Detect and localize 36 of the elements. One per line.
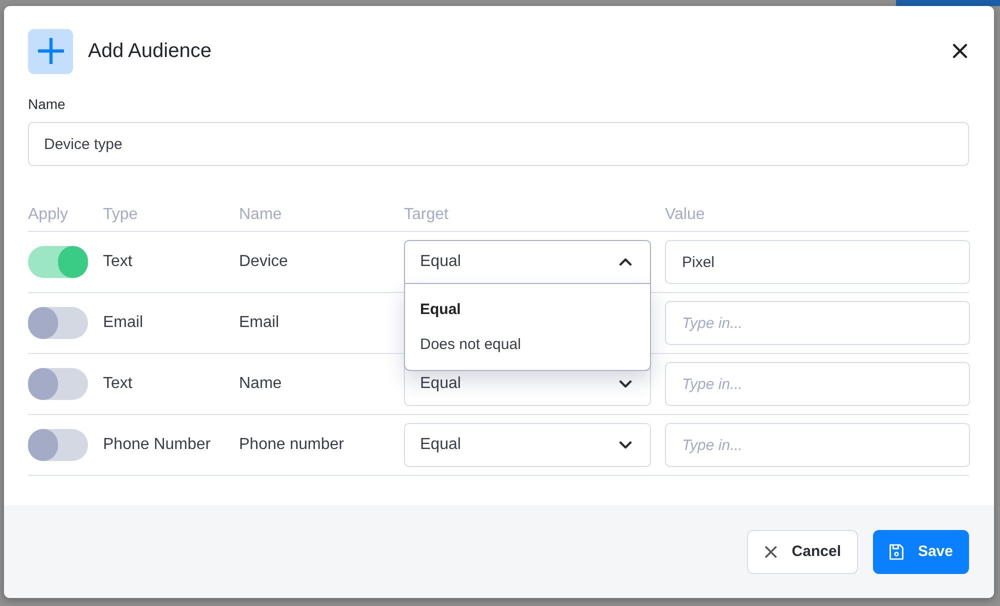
column-header: Apply xyxy=(28,206,70,224)
type-text: Text xyxy=(103,375,134,393)
target-dropdown[interactable]: Equal xyxy=(404,240,651,284)
type-text: Text xyxy=(103,253,134,271)
field-label: Name xyxy=(28,96,66,112)
save-button[interactable]: Save xyxy=(873,530,969,574)
type-text: Email xyxy=(103,314,144,332)
column-header: Name xyxy=(239,206,283,224)
floppy-disk-icon xyxy=(889,542,904,562)
plus-icon xyxy=(28,28,73,74)
dropdown-option[interactable]: Equal xyxy=(405,292,650,327)
close-icon[interactable] xyxy=(950,41,970,61)
name-field[interactable]: Device type xyxy=(28,122,969,166)
field-name: Phone number xyxy=(239,436,345,454)
toggle-switch[interactable] xyxy=(28,307,88,339)
toggle-switch[interactable] xyxy=(28,429,88,461)
field-name: Email xyxy=(239,314,280,332)
column-header: Type xyxy=(103,206,139,224)
column-header: Target xyxy=(404,206,450,224)
value-field[interactable]: Pixel xyxy=(665,240,970,284)
target-dropdown[interactable]: Equal xyxy=(404,423,651,467)
dropdown-option[interactable]: Does not equal xyxy=(405,327,650,362)
cancel-button[interactable]: Cancel xyxy=(747,530,858,574)
field-name: Device xyxy=(239,253,289,271)
dialog-title: Add Audience xyxy=(88,40,212,62)
field-name: Name xyxy=(239,375,283,393)
type-text: Phone Number xyxy=(103,436,212,454)
column-header: Value xyxy=(665,206,706,224)
value-field[interactable]: Type in... xyxy=(665,301,970,345)
value-field[interactable]: Type in... xyxy=(665,362,970,406)
chevron-up-icon xyxy=(619,258,632,266)
toggle-switch[interactable] xyxy=(28,368,88,400)
chevron-down-icon xyxy=(619,380,632,388)
value-field[interactable]: Type in... xyxy=(665,423,970,467)
chevron-down-icon xyxy=(619,441,632,449)
toggle-switch[interactable] xyxy=(28,246,88,278)
